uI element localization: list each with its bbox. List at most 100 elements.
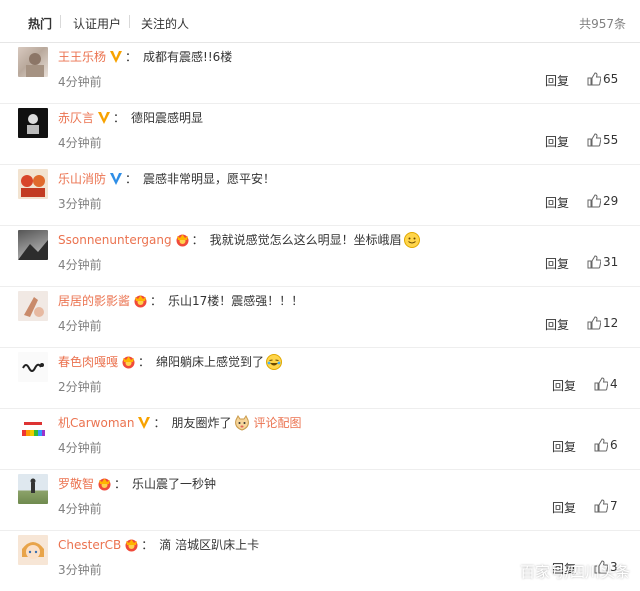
watermark: 百家号/四川头条 [519,563,630,581]
tab-following[interactable]: 关注的人 [141,15,189,32]
avatar[interactable] [18,413,48,443]
comment-text: 震感非常明显，愿平安！ [143,172,276,186]
comment-username[interactable]: 赤仄言 [58,111,94,125]
like-count: 31 [603,255,619,269]
thumbs-up-icon [594,377,609,391]
comment-text: 乐山17楼！震感强！！！ [168,294,304,308]
comment-line: 居居的影影酱：乐山17楼！震感强！！！ [58,293,303,312]
avatar-image [22,363,44,372]
comment-username[interactable]: 机Carwoman [58,416,134,430]
thumbs-up-icon [594,499,609,513]
like-count: 7 [610,499,618,513]
comment-line: 赤仄言：德阳震感明显 [58,110,203,129]
avatar-image [30,478,36,493]
comment-line: 乐山消防：震感非常明显，愿平安！ [58,171,275,190]
like-button[interactable]: 6 [594,438,618,452]
comment-item: 王王乐杨：成都有震感!!6楼 4分钟前 回复 65 [0,42,640,104]
comment-time: 4分钟前 [58,136,102,150]
comment-item: Ssonnenuntergang：我就说感觉怎么这么明显！坐标峨眉 4分钟前 回… [0,225,640,287]
cat-emoji-icon [234,415,250,431]
comment-item: 罗敬智：乐山震了一秒钟 4分钟前 回复 7 [0,469,640,531]
thumbs-up-icon [587,133,602,147]
like-button[interactable]: 65 [587,72,618,86]
comment-item: 乐山消防：震感非常明显，愿平安！ 3分钟前 回复 29 [0,164,640,226]
avatar[interactable] [18,47,48,77]
avatar-image [24,297,44,317]
comment-line: 春色肉嘎嘎：绵阳躺床上感觉到了 [58,354,283,373]
verified-v-icon [109,50,123,68]
like-button[interactable]: 12 [587,316,618,330]
reply-button[interactable]: 回复 [545,194,569,211]
thumbs-up-icon [594,438,609,452]
reply-button[interactable]: 回复 [545,316,569,333]
comment-tabs: 热门 认证用户 关注的人 共957条 [0,0,640,43]
like-button[interactable]: 31 [587,255,618,269]
comment-username[interactable]: 乐山消防 [58,172,106,186]
comment-image-link[interactable]: 评论配图 [254,416,302,430]
comment-text: 我就说感觉怎么这么明显！坐标峨眉 [209,233,402,247]
thumbs-up-icon [587,72,602,86]
comment-username[interactable]: ChesterCB [58,538,121,552]
avatar[interactable] [18,474,48,504]
comment-time: 4分钟前 [58,441,102,455]
reply-button[interactable]: 回复 [545,255,569,272]
tab-verified-users[interactable]: 认证用户 [73,15,121,32]
like-count: 6 [610,438,618,452]
member-crown-icon [175,233,190,251]
comment-username[interactable]: 春色肉嘎嘎 [58,355,118,369]
avatar[interactable] [18,169,48,199]
avatar-image [22,542,44,559]
tab-divider [129,15,130,28]
reply-button[interactable]: 回复 [552,499,576,516]
like-count: 65 [603,72,619,86]
avatar[interactable] [18,108,48,138]
smile-emoji-icon [403,232,420,248]
thumbs-up-icon [587,316,602,330]
avatar-image [27,114,39,134]
avatar[interactable] [18,535,48,565]
like-button[interactable]: 29 [587,194,618,208]
comment-username[interactable]: 居居的影影酱 [58,294,130,308]
comment-text: 乐山震了一秒钟 [132,477,217,491]
comment-text: 成都有震感!!6楼 [143,50,233,64]
like-button[interactable]: 55 [587,133,618,147]
comment-username[interactable]: 罗敬智 [58,477,94,491]
comment-total-count: 共957条 [579,17,626,31]
reply-button[interactable]: 回复 [552,438,576,455]
like-count: 29 [603,194,619,208]
avatar[interactable] [18,230,48,260]
thumbs-up-icon [587,194,602,208]
tab-hot[interactable]: 热门 [28,15,52,32]
comment-item: 机Carwoman：朋友圈炸了 评论配图 4分钟前 回复 6 [0,408,640,470]
avatar-image [18,240,48,260]
verified-v-icon [97,111,111,129]
comment-time: 3分钟前 [58,197,102,211]
member-crown-icon [133,294,148,312]
avatar-image [21,175,45,197]
avatar-image [26,53,44,77]
comment-username[interactable]: Ssonnenuntergang [58,233,172,247]
comment-time: 3分钟前 [58,563,102,577]
comment-item: 居居的影影酱：乐山17楼！震感强！！！ 4分钟前 回复 12 [0,286,640,348]
verified-v-blue-icon [109,172,123,190]
comment-time: 4分钟前 [58,319,102,333]
laugh-cry-emoji-icon [266,354,283,370]
comment-username[interactable]: 王王乐杨 [58,50,106,64]
reply-button[interactable]: 回复 [545,72,569,89]
verified-v-icon [137,416,151,434]
comment-text: 朋友圈炸了 [171,416,232,430]
thumbs-up-icon [587,255,602,269]
like-count: 55 [603,133,619,147]
comment-item: 赤仄言：德阳震感明显 4分钟前 回复 55 [0,103,640,165]
comment-item: 春色肉嘎嘎：绵阳躺床上感觉到了 2分钟前 回复 4 [0,347,640,409]
like-button[interactable]: 7 [594,499,618,513]
member-crown-icon [97,477,112,495]
reply-button[interactable]: 回复 [545,133,569,150]
avatar[interactable] [18,352,48,382]
comment-text: 滴 涪城区趴床上卡 [159,538,260,552]
tab-divider [60,15,61,28]
reply-button[interactable]: 回复 [552,377,576,394]
avatar[interactable] [18,291,48,321]
like-button[interactable]: 4 [594,377,618,391]
member-crown-icon [124,538,139,556]
